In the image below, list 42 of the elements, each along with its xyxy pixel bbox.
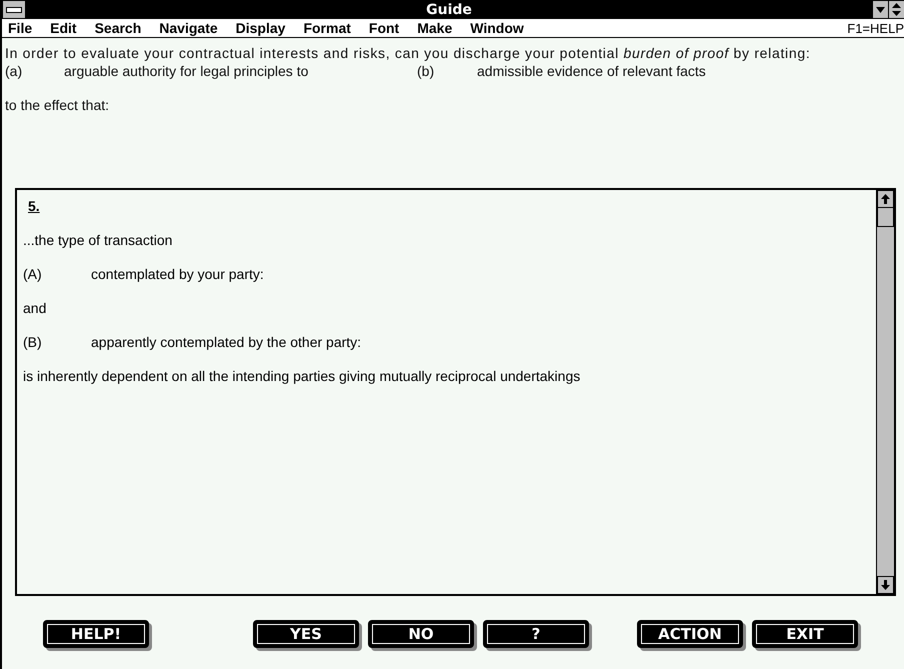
action-button[interactable]: ACTION [637,620,743,648]
action-button[interactable]: ? [483,620,589,648]
menu-item[interactable]: Navigate [157,20,220,36]
content-text: and [23,300,48,316]
minimize-button[interactable] [873,1,888,18]
menu-item[interactable]: Display [234,20,288,36]
up-arrow-icon [881,194,890,204]
down-arrow-icon [881,580,890,590]
help-hint: F1=HELP [847,20,904,36]
item-text: apparently contemplated by the other party: [91,334,362,350]
content-text: is inherently dependent on all the intending parties giving mutually reciprocal undertakings [23,368,582,384]
up-down-arrow-icon [892,3,901,16]
option-text: admissible evidence of relevant facts [477,62,707,80]
menu-item[interactable]: Edit [48,20,79,36]
menu-item[interactable]: Format [301,20,353,36]
option-label: (a) [5,62,24,80]
item-text: contemplated by your party: [91,266,264,282]
menu-item[interactable]: File [6,20,34,36]
menu-item[interactable]: Search [92,20,144,36]
scrollbar[interactable] [876,190,894,594]
system-menu-button[interactable] [3,1,25,18]
option-label: (b) [417,62,436,80]
item-label: (B) [23,334,43,350]
section-number: 5. [27,198,40,214]
menu-item[interactable]: Font [366,20,402,36]
window-title: Guide [425,2,473,18]
action-button[interactable]: YES [253,620,359,648]
action-button[interactable]: HELP! [43,620,149,648]
menu-item[interactable]: Make [415,20,454,36]
item-label: (A) [23,266,43,282]
prompt-text: In order to evaluate your contractual interests and risks, can you discharge your potential burden of proof by relating: [5,44,812,62]
restore-button[interactable] [889,1,904,18]
scroll-down-button[interactable] [877,576,894,594]
prompt-text: to the effect that: [5,97,110,113]
content-text: ...the type of transaction [23,232,174,248]
scroll-thumb[interactable] [877,208,894,227]
menu-item[interactable]: Window [468,20,526,36]
action-button[interactable]: EXIT [752,620,858,648]
action-button[interactable]: NO [368,620,474,648]
scroll-up-button[interactable] [877,190,894,208]
option-text: arguable authority for legal principles to [64,62,310,80]
down-arrow-icon [876,6,885,12]
